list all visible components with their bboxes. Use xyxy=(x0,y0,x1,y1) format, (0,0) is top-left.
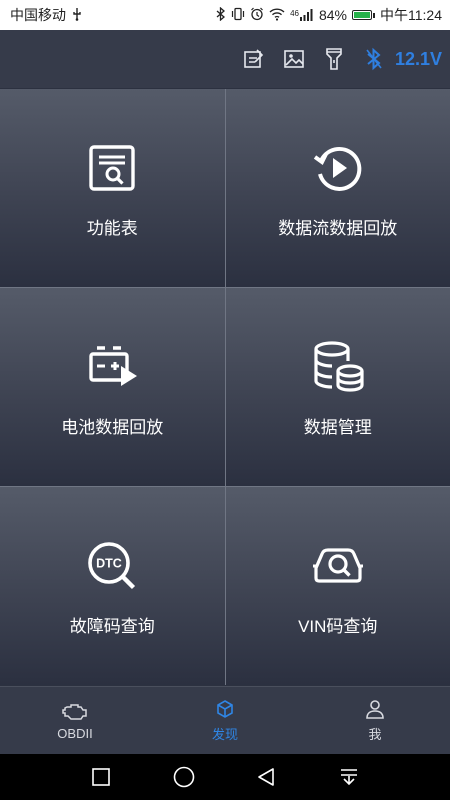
tile-data-management[interactable]: 数据管理 xyxy=(225,288,450,486)
nav-label: OBDII xyxy=(57,725,93,741)
engine-icon xyxy=(62,701,88,724)
recent-apps-button[interactable] xyxy=(85,761,117,793)
cube-icon xyxy=(215,699,235,722)
tile-label: 数据管理 xyxy=(303,417,372,437)
tile-function-list[interactable]: 功能表 xyxy=(0,89,225,287)
nav-label: 我 xyxy=(368,726,382,742)
bluetooth-icon[interactable] xyxy=(361,46,387,72)
image-icon[interactable] xyxy=(281,46,307,72)
edit-icon[interactable] xyxy=(241,46,267,72)
user-icon xyxy=(365,699,385,722)
dtc-search-icon: DTC xyxy=(82,536,142,596)
battery-percent: 84% xyxy=(318,7,347,23)
tile-vin-lookup[interactable]: VIN码查询 xyxy=(225,487,450,685)
bluetooth-status-icon xyxy=(216,6,226,24)
tile-battery-replay[interactable]: 电池数据回放 xyxy=(0,288,225,486)
tile-label: 功能表 xyxy=(86,218,138,238)
status-bar: 中国移动 46 84% 中午11:24 xyxy=(0,0,450,30)
battery-replay-icon xyxy=(82,337,142,397)
top-toolbar: 12.1V xyxy=(0,30,450,88)
system-nav-bar xyxy=(0,754,450,800)
tile-label: 故障码查询 xyxy=(69,616,155,636)
flashlight-icon[interactable] xyxy=(321,46,347,72)
database-icon xyxy=(308,337,368,397)
carrier-label: 中国移动 xyxy=(10,7,66,23)
nav-label: 发现 xyxy=(211,726,238,742)
car-search-icon xyxy=(308,536,368,596)
tile-dtc-lookup[interactable]: DTC 故障码查询 xyxy=(0,487,225,685)
dtc-icon-text: DTC xyxy=(96,556,122,570)
replay-icon xyxy=(308,138,368,198)
clock: 中午11:24 xyxy=(380,7,442,23)
battery-icon xyxy=(352,10,375,20)
tile-label: 电池数据回放 xyxy=(61,417,164,437)
tile-label: VIN码查询 xyxy=(298,616,378,636)
wifi-icon xyxy=(269,7,285,24)
voltage-readout: 12.1V xyxy=(394,48,442,69)
tile-data-stream-replay[interactable]: 数据流数据回放 xyxy=(225,89,450,287)
network-type-label: 46 xyxy=(290,9,299,18)
function-list-icon xyxy=(82,138,142,198)
home-button[interactable] xyxy=(168,761,200,793)
back-button[interactable] xyxy=(250,761,282,793)
feature-grid: 功能表 数据流数据回放 电池数据回放 数据管理 DTC 故障码查询 VIN码查询 xyxy=(0,89,450,685)
nav-obdii[interactable]: OBDII xyxy=(15,701,135,741)
usb-icon xyxy=(71,7,83,24)
alarm-icon xyxy=(250,7,264,24)
nav-discover[interactable]: 发现 xyxy=(165,699,285,743)
nav-me[interactable]: 我 xyxy=(315,699,435,743)
bottom-nav: OBDII 发现 我 xyxy=(0,686,450,754)
notification-pulldown-button[interactable] xyxy=(333,761,365,793)
cell-signal-icon: 46 xyxy=(290,9,314,21)
tile-label: 数据流数据回放 xyxy=(278,218,398,238)
vibrate-icon xyxy=(231,7,245,24)
